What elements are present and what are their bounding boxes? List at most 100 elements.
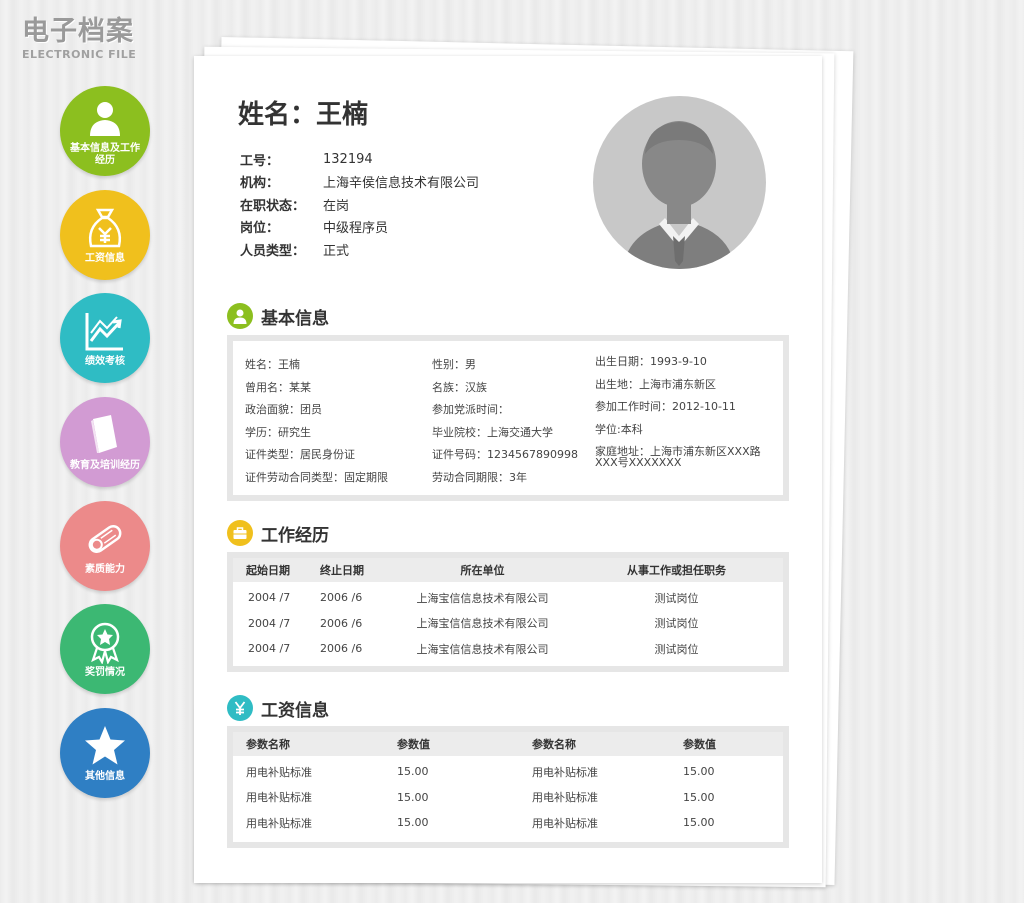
nav-competence[interactable]: 素质能力 bbox=[60, 501, 150, 591]
table-cell: 用电补贴标准 bbox=[532, 791, 598, 805]
basic-info-cell: 性别：男 bbox=[432, 358, 476, 371]
info-label: 工号： bbox=[240, 153, 280, 169]
table-row: 用电补贴标准 15.00 用电补贴标准 15.00 bbox=[233, 810, 783, 836]
column-header-end-date: 终止日期 bbox=[320, 564, 364, 577]
nav-education[interactable]: 教育及培训经历 bbox=[60, 397, 150, 487]
table-cell: 上海宝信信息技术有限公司 bbox=[416, 617, 549, 631]
basic-info-row: 政治面貌：团员 参加党派时间： 参加工作时间：2012-10-11 bbox=[245, 396, 783, 419]
column-header-param-name: 参数名称 bbox=[246, 738, 290, 751]
basic-info-cell bbox=[595, 464, 765, 487]
table-row: 用电补贴标准 15.00 用电补贴标准 15.00 bbox=[233, 759, 783, 785]
person-icon bbox=[227, 303, 253, 329]
diploma-icon bbox=[82, 516, 128, 562]
basic-info-row: 姓名：王楠 性别：男 出生日期：1993-9-10 bbox=[245, 351, 783, 374]
nav-label: 绩效考核 bbox=[85, 356, 125, 367]
table-cell: 测试岗位 bbox=[654, 617, 699, 631]
work-history-table: 起始日期 终止日期 所在单位 从事工作或担任职务 2004 /7 2006 /6… bbox=[227, 552, 789, 672]
table-cell: 15.00 bbox=[683, 765, 715, 779]
table-cell: 2004 /7 bbox=[248, 591, 291, 605]
table-row: 2004 /7 2006 /6 上海宝信信息技术有限公司 测试岗位 bbox=[233, 636, 783, 662]
logo: 电子档案 ELECTRONIC FILE bbox=[22, 16, 182, 62]
basic-info-cell: 曾用名：某某 bbox=[245, 380, 311, 394]
column-header-employer: 所在单位 bbox=[460, 564, 505, 577]
table-cell: 15.00 bbox=[397, 816, 429, 830]
table-cell: 用电补贴标准 bbox=[246, 791, 312, 805]
nav-salary[interactable]: 工资信息 bbox=[60, 190, 150, 280]
info-label: 岗位： bbox=[240, 221, 280, 237]
table-cell: 用电补贴标准 bbox=[246, 816, 312, 830]
section-header-work-history: 工作经历 bbox=[227, 520, 329, 546]
table-header: 起始日期 终止日期 所在单位 从事工作或担任职务 bbox=[233, 558, 783, 582]
column-header-start-date: 起始日期 bbox=[246, 564, 290, 577]
column-header-param-value: 参数值 bbox=[683, 738, 716, 751]
nav-performance[interactable]: 绩效考核 bbox=[60, 293, 150, 383]
nav-awards[interactable]: 奖罚情况 bbox=[60, 604, 150, 694]
basic-info-cell: 姓名：王楠 bbox=[245, 358, 300, 371]
briefcase-icon bbox=[227, 520, 253, 546]
table-row: 2004 /7 2006 /6 上海宝信信息技术有限公司 测试岗位 bbox=[233, 611, 783, 637]
table-cell: 测试岗位 bbox=[654, 591, 699, 605]
money-bag-icon bbox=[82, 205, 128, 251]
basic-info-cell: 家庭地址：上海市浦东新区XXX路XXX号XXXXXXX bbox=[595, 445, 761, 469]
info-value: 正式 bbox=[323, 243, 350, 259]
basic-info-row: 曾用名：某某 名族：汉族 出生地：上海市浦东新区 bbox=[245, 374, 783, 397]
nav-label: 素质能力 bbox=[85, 564, 125, 575]
nav-basic-info[interactable]: 基本信息及工作经历 bbox=[60, 86, 150, 176]
basic-info-panel: 姓名：王楠 性别：男 出生日期：1993-9-10 曾用名：某某 名族：汉族 出… bbox=[227, 335, 789, 501]
basic-info-row: 证件类型：居民身份证 证件号码：1234567890998 家庭地址：上海市浦东… bbox=[245, 441, 783, 469]
nav-label: 奖罚情况 bbox=[85, 667, 125, 678]
column-header-job-title: 从事工作或担任职务 bbox=[627, 564, 726, 577]
column-header-param-name: 参数名称 bbox=[532, 738, 576, 751]
basic-info-cell: 名族：汉族 bbox=[432, 380, 487, 394]
yen-icon bbox=[227, 695, 253, 721]
table-cell: 用电补贴标准 bbox=[246, 765, 312, 779]
table-row: 用电补贴标准 15.00 用电补贴标准 15.00 bbox=[233, 785, 783, 811]
logo-chinese: 电子档案 bbox=[22, 16, 134, 47]
page-title: 姓名：王楠 bbox=[238, 100, 369, 130]
basic-info-cell: 证件类型：居民身份证 bbox=[245, 448, 355, 461]
table-cell: 15.00 bbox=[683, 816, 715, 830]
table-cell: 上海宝信信息技术有限公司 bbox=[416, 591, 549, 605]
nav-label: 教育及培训经历 bbox=[70, 460, 140, 471]
table-cell: 2004 /7 bbox=[248, 642, 291, 656]
basic-info-cell: 政治面貌：团员 bbox=[245, 403, 322, 416]
salary-table: 参数名称 参数值 参数名称 参数值 用电补贴标准 15.00 用电补贴标准 15… bbox=[227, 726, 789, 848]
table-body: 2004 /7 2006 /6 上海宝信信息技术有限公司 测试岗位 2004 /… bbox=[233, 582, 783, 662]
section-title: 工资信息 bbox=[261, 700, 329, 721]
table-cell: 15.00 bbox=[397, 765, 429, 779]
basic-info-cell: 证件劳动合同类型：固定期限 bbox=[245, 470, 388, 484]
info-row-organization: 机构： 上海辛侯信息技术有限公司 bbox=[240, 171, 479, 194]
table-cell: 2004 /7 bbox=[248, 616, 291, 630]
table-cell: 2006 /6 bbox=[320, 642, 363, 656]
info-row-employee-id: 工号： 132194 bbox=[240, 148, 479, 171]
info-value: 132194 bbox=[323, 151, 373, 167]
nav-other-info[interactable]: 其他信息 bbox=[60, 708, 150, 798]
section-title: 基本信息 bbox=[261, 308, 329, 329]
basic-info-cell: 参加党派时间： bbox=[432, 403, 509, 416]
trend-chart-icon bbox=[82, 308, 128, 354]
table-cell: 用电补贴标准 bbox=[532, 816, 598, 830]
resume-sheet: 姓名：王楠 工号： 132194 机构： 上海辛侯信息技术有限公司 在职状态： … bbox=[194, 56, 822, 883]
table-cell: 测试岗位 bbox=[654, 642, 699, 656]
basic-info-cell: 参加工作时间：2012-10-11 bbox=[595, 400, 736, 413]
table-cell: 上海宝信信息技术有限公司 bbox=[416, 642, 549, 656]
info-label: 在职状态： bbox=[240, 198, 306, 214]
nav-label: 基本信息及工作经历 bbox=[70, 143, 140, 166]
basic-info-cell: 学位:本科 bbox=[595, 422, 643, 436]
info-label: 人员类型： bbox=[240, 243, 306, 259]
table-cell: 15.00 bbox=[397, 790, 429, 804]
basic-info-cell: 出生日期：1993-9-10 bbox=[595, 355, 707, 368]
basic-info-cell: 出生地：上海市浦东新区 bbox=[595, 377, 716, 391]
book-icon bbox=[82, 412, 128, 458]
info-row-position: 岗位： 中级程序员 bbox=[240, 216, 479, 239]
table-cell: 15.00 bbox=[683, 790, 715, 804]
table-header: 参数名称 参数值 参数名称 参数值 bbox=[233, 732, 783, 756]
nav-label: 工资信息 bbox=[85, 253, 125, 264]
avatar bbox=[593, 96, 766, 269]
section-header-salary: 工资信息 bbox=[227, 695, 329, 721]
basic-info-row: 学历：研究生 毕业院校：上海交通大学 学位:本科 bbox=[245, 419, 783, 442]
award-icon bbox=[82, 619, 128, 665]
section-title: 工作经历 bbox=[261, 525, 329, 546]
info-value: 上海辛侯信息技术有限公司 bbox=[323, 176, 480, 192]
table-row: 2004 /7 2006 /6 上海宝信信息技术有限公司 测试岗位 bbox=[233, 585, 783, 611]
